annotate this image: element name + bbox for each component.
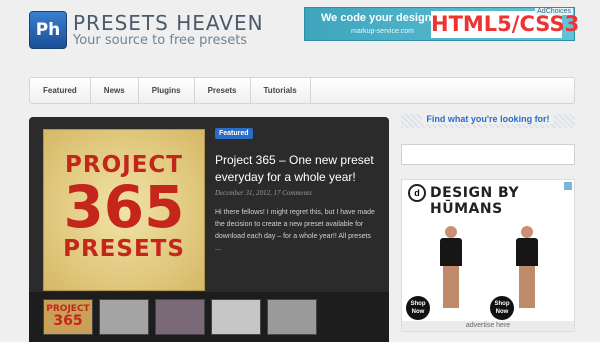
ad-highlight: HTML5/CSS3 (431, 11, 580, 38)
thumbnail-strip: PROJECT 365 (29, 292, 389, 342)
featured-slider: PROJECT 365 PRESETS Featured Project 365… (29, 117, 389, 342)
search-input[interactable] (401, 144, 575, 165)
advertise-here-link[interactable]: advertise here (402, 321, 574, 331)
thumbnail[interactable] (211, 299, 261, 335)
nav-item-presets[interactable]: Presets (195, 78, 251, 103)
nav-item-news[interactable]: News (91, 78, 139, 103)
ad-choices-icon[interactable] (564, 182, 572, 190)
featured-post-title[interactable]: Project 365 – One new preset everyday fo… (215, 152, 380, 186)
shop-now-button[interactable]: Shop Now (406, 296, 430, 320)
thumbnail[interactable] (155, 299, 205, 335)
ad-headline: We code your design to (321, 12, 445, 24)
nav-item-tutorials[interactable]: Tutorials (251, 78, 311, 103)
featured-post-meta: December 31, 2012, 17 Comments (215, 189, 312, 197)
site-tagline: Your source to free presets (73, 33, 248, 48)
main-nav: Featured News Plugins Presets Tutorials (29, 77, 575, 104)
thumbnail[interactable] (99, 299, 149, 335)
thumb-365-label: 365 (53, 313, 83, 329)
nav-item-featured[interactable]: Featured (30, 78, 91, 103)
featured-image[interactable]: PROJECT 365 PRESETS (43, 129, 205, 291)
featured-image-line3: PRESETS (63, 236, 185, 262)
site-title[interactable]: PRESETS HEAVEN (73, 11, 264, 35)
find-heading-text: Find what you're looking for! (422, 114, 554, 124)
model-image (438, 226, 464, 316)
featured-badge[interactable]: Featured (215, 128, 253, 139)
shop-now-button[interactable]: Shop Now (490, 296, 514, 320)
sidebar-ad[interactable]: d DESIGN BY HŪMANS Shop Now Shop Now adv… (401, 179, 575, 332)
nav-item-plugins[interactable]: Plugins (139, 78, 195, 103)
site-logo[interactable]: Ph (29, 11, 67, 49)
dbh-logo-icon: d (408, 184, 426, 202)
ad-brand: DESIGN BY HŪMANS (430, 185, 520, 217)
ad-choices-label[interactable]: AdChoices (535, 8, 573, 15)
find-heading: Find what you're looking for! (401, 114, 575, 128)
top-ad-banner[interactable]: We code your design to markup-service.co… (304, 7, 580, 41)
featured-post-excerpt: Hi there fellows! I might regret this, b… (215, 209, 375, 252)
featured-image-line2: 365 (63, 173, 185, 241)
thumbnail[interactable]: PROJECT 365 (43, 299, 93, 335)
ad-subline: markup-service.com (351, 28, 415, 35)
model-image (514, 226, 540, 316)
thumbnail[interactable] (267, 299, 317, 335)
